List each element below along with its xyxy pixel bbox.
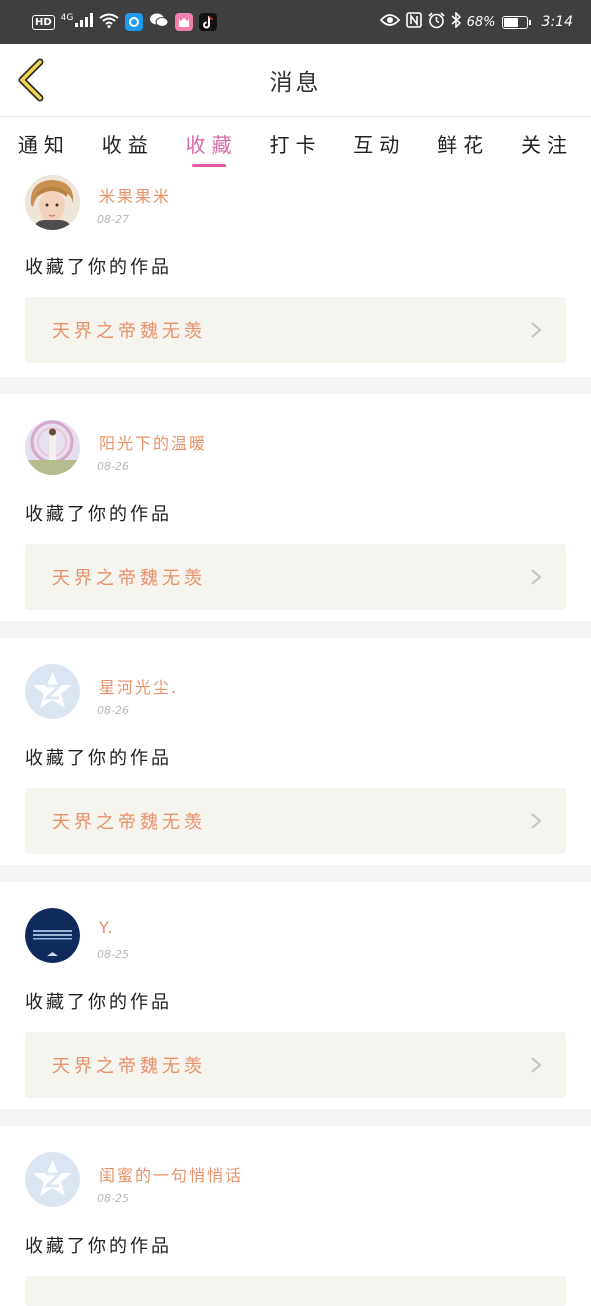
chevron-left-icon: [18, 58, 44, 102]
username[interactable]: Y.: [99, 918, 115, 937]
chevron-right-icon: [531, 322, 542, 338]
username[interactable]: 闺蜜的一句悄悄话: [99, 1162, 243, 1186]
action-text: 收藏了你的作品: [25, 1236, 172, 1257]
message-card: 闺蜜的一句悄悄话 08-25 收藏了你的作品: [0, 1126, 591, 1306]
work-title: 天界之帝魏无羡: [52, 321, 206, 342]
message-user-row: Y. 08-25: [25, 906, 566, 974]
page-title: 消息: [269, 70, 322, 96]
card-separator: [0, 1109, 591, 1126]
message-date: 08-25: [97, 1192, 129, 1205]
message-user-row: 闺蜜的一句悄悄话 08-25: [25, 1150, 566, 1218]
tab-notifications[interactable]: 通知: [18, 117, 70, 171]
status-bar-left: HD 4G: [32, 12, 218, 32]
tab-follows[interactable]: 关注: [521, 117, 573, 171]
app-header: 消息: [0, 44, 591, 117]
message-card: 米果果米 08-27 收藏了你的作品 天界之帝魏无羡: [0, 171, 591, 377]
message-user-row: 米果果米 08-27: [25, 171, 566, 239]
battery-icon: [501, 15, 531, 29]
message-date: 08-26: [97, 460, 129, 473]
network-type: 4G: [60, 12, 74, 23]
hd-icon: HD: [32, 14, 55, 30]
message-user-row: 星河光尘. 08-26: [25, 662, 566, 730]
wechat-icon: [149, 12, 169, 32]
username[interactable]: 米果果米: [99, 183, 171, 207]
avatar[interactable]: [25, 908, 80, 963]
tiktok-icon: [199, 13, 218, 31]
signal-icon: [75, 13, 94, 31]
message-card: 阳光下的温暖 08-26 收藏了你的作品 天界之帝魏无羡: [0, 394, 591, 621]
chevron-right-icon: [531, 813, 542, 829]
username[interactable]: 星河光尘.: [99, 674, 178, 698]
avatar[interactable]: [25, 420, 80, 475]
status-bar: HD 4G 68% 3:14: [0, 0, 591, 44]
alarm-icon: [428, 11, 445, 33]
status-time: 3:14: [541, 14, 573, 30]
message-date: 08-25: [97, 948, 129, 961]
action-text: 收藏了你的作品: [25, 992, 172, 1013]
bluetooth-icon: [451, 11, 461, 32]
tab-favorites[interactable]: 收藏: [186, 117, 238, 171]
tab-checkin[interactable]: 打卡: [269, 117, 321, 171]
tab-bar: 通知 收益 收藏 打卡 互动 鲜花 关注: [0, 117, 591, 171]
tab-interactions[interactable]: 互动: [353, 117, 405, 171]
message-date: 08-26: [97, 704, 129, 717]
message-card: Y. 08-25 收藏了你的作品 天界之帝魏无羡: [0, 882, 591, 1109]
work-title: 天界之帝魏无羡: [52, 1056, 206, 1077]
action-text: 收藏了你的作品: [25, 748, 172, 769]
message-user-row: 阳光下的温暖 08-26: [25, 418, 566, 486]
work-link[interactable]: 天界之帝魏无羡: [25, 297, 566, 363]
action-text: 收藏了你的作品: [25, 257, 172, 278]
card-separator: [0, 621, 591, 638]
message-card: 星河光尘. 08-26 收藏了你的作品 天界之帝魏无羡: [0, 638, 591, 865]
status-bar-right: 68% 3:14: [379, 11, 573, 33]
card-separator: [0, 377, 591, 394]
battery-level: [503, 17, 518, 27]
nfc-icon: [405, 12, 422, 32]
tab-earnings[interactable]: 收益: [102, 117, 154, 171]
work-link[interactable]: 天界之帝魏无羡: [25, 1032, 566, 1098]
message-list: 米果果米 08-27 收藏了你的作品 天界之帝魏无羡 阳光下的温暖 08-26 …: [0, 171, 591, 1306]
tab-flowers[interactable]: 鲜花: [437, 117, 489, 171]
battery-percent: 68%: [466, 14, 496, 30]
action-text: 收藏了你的作品: [25, 504, 172, 525]
card-separator: [0, 865, 591, 882]
eye-icon: [379, 13, 400, 31]
avatar[interactable]: [25, 175, 80, 230]
chevron-right-icon: [531, 1057, 542, 1073]
cat-app-icon: [175, 13, 194, 31]
work-link[interactable]: [25, 1276, 566, 1306]
avatar[interactable]: [25, 664, 80, 719]
message-date: 08-27: [97, 213, 129, 226]
wifi-icon: [99, 13, 119, 32]
back-button[interactable]: [14, 58, 50, 102]
work-title: 天界之帝魏无羡: [52, 812, 206, 833]
username[interactable]: 阳光下的温暖: [99, 430, 207, 454]
battery-tip: [528, 19, 531, 25]
avatar[interactable]: [25, 1152, 80, 1207]
work-link[interactable]: 天界之帝魏无羡: [25, 544, 566, 610]
work-title: 天界之帝魏无羡: [52, 568, 206, 589]
browser-app-icon: [125, 13, 144, 31]
chevron-right-icon: [531, 569, 542, 585]
work-link[interactable]: 天界之帝魏无羡: [25, 788, 566, 854]
